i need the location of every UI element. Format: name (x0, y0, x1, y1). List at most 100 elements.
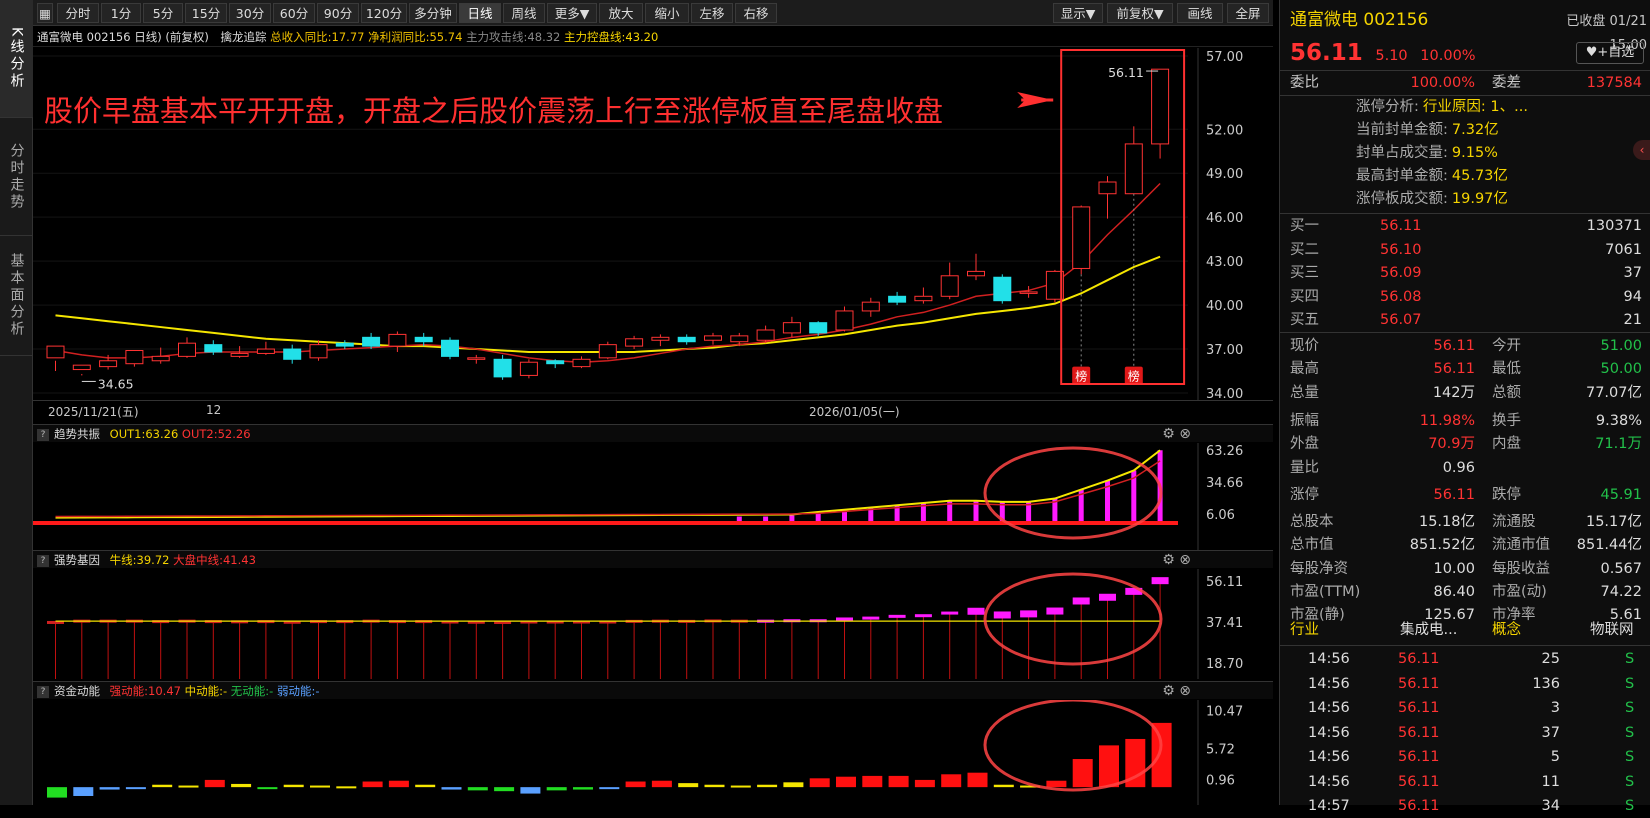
zoom-out-button[interactable]: 缩小 (645, 3, 689, 23)
price-tick-label: 34.00 (1206, 387, 1243, 400)
move-right-button[interactable]: 右移 (735, 3, 777, 23)
draw-button[interactable]: 画线 (1177, 3, 1223, 23)
momentum-bar (231, 783, 252, 788)
momentum-bar (678, 783, 699, 788)
close-icon[interactable]: ⊗ (1179, 426, 1191, 442)
close-icon[interactable]: ⊗ (1179, 552, 1191, 568)
last-price: 56.11 (1290, 40, 1363, 66)
momentum-bar (47, 787, 67, 798)
tick-volume: 34 (1541, 798, 1560, 814)
period-multi-button[interactable]: 多分钟 (409, 3, 457, 23)
panel2-settings[interactable]: ⚙ ⊗ (1162, 551, 1191, 569)
candle-body (914, 295, 933, 302)
move-left-button[interactable]: 左移 (691, 3, 733, 23)
stat-label: 总市值 (1290, 537, 1334, 554)
candle-body (888, 295, 907, 303)
candle-body (730, 335, 749, 343)
momentum-bar (99, 787, 120, 790)
candle-body (414, 336, 433, 343)
candle-body (335, 342, 354, 347)
candle-body (362, 336, 381, 347)
add-watchlist-button[interactable]: ♥+自选 (1576, 42, 1644, 64)
help-icon[interactable]: ? (37, 428, 49, 441)
close-icon[interactable]: ⊗ (1179, 683, 1191, 699)
period-60m-button[interactable]: 60分 (273, 3, 315, 23)
display-dropdown[interactable]: 显示▼ (1053, 3, 1103, 23)
candle-body (625, 338, 644, 347)
period-weekly-button[interactable]: 周线 (503, 3, 545, 23)
candle-body (993, 276, 1012, 302)
period-5m-button[interactable]: 5分 (143, 3, 183, 23)
limit-up-label: 涨停板成交额: (1356, 191, 1448, 207)
badge-text: 榜 (1128, 369, 1140, 384)
limit-up-value: 9.15% (1451, 145, 1498, 161)
indicator-name[interactable]: 擒龙追踪 (221, 30, 267, 44)
limit-up-label: 封单占成交量: (1356, 145, 1448, 161)
stat-label: 总额 (1492, 384, 1521, 401)
gene-bar (888, 614, 906, 618)
momentum-bar (730, 785, 751, 788)
period-90m-button[interactable]: 90分 (317, 3, 359, 23)
tick-time: 14:56 (1308, 651, 1350, 667)
stat-label: 总量 (1290, 384, 1319, 401)
candle-body (125, 350, 144, 365)
panel3-settings[interactable]: ⚙ ⊗ (1162, 682, 1191, 700)
candle-body (572, 358, 591, 368)
help-icon[interactable]: ? (37, 685, 49, 698)
tick-volume: 136 (1532, 675, 1560, 692)
period-30m-button[interactable]: 30分 (229, 3, 271, 23)
gear-icon[interactable]: ⚙ (1162, 426, 1175, 442)
fullscreen-button[interactable]: 全屏 (1227, 3, 1269, 23)
momentum-bar (625, 781, 646, 788)
period-intraday-button[interactable]: 分时 (57, 3, 99, 23)
candle-body (782, 322, 801, 334)
panel2-header: ? 强势基因 牛线:39.72 大盘中线:41.43 ⚙ ⊗ (33, 550, 1273, 568)
period-1m-button[interactable]: 1分 (101, 3, 141, 23)
stat-value: 15.17亿 (1585, 514, 1642, 531)
stat-label: 每股净资 (1290, 560, 1348, 577)
ma-yellow-line (55, 255, 1161, 353)
grid-icon[interactable]: ▦ (37, 3, 53, 23)
panel1-settings[interactable]: ⚙ ⊗ (1162, 425, 1191, 443)
profit-yoy: 净利润同比:55.74 (368, 30, 463, 44)
tick-label: 0.96 (1206, 773, 1235, 788)
concept-value: 物联网 (1590, 622, 1634, 638)
period-15m-button[interactable]: 15分 (185, 3, 227, 23)
panel1-chart[interactable]: 63.26 34.66 6.06 (33, 443, 1273, 553)
momentum-bar (283, 784, 304, 788)
stat-value: 45.91 (1600, 486, 1642, 503)
panel2-chart[interactable]: 56.11 37.41 18.70 (33, 569, 1273, 679)
stat-value: 56.11 (1433, 486, 1475, 503)
help-icon[interactable]: ? (37, 554, 49, 567)
concept-label: 概念 (1492, 622, 1521, 638)
zoom-in-button[interactable]: 放大 (599, 3, 643, 23)
panel3-chart[interactable]: 10.47 5.72 0.96 (33, 698, 1273, 805)
adjust-dropdown[interactable]: 前复权▼ (1107, 3, 1173, 23)
bid-volume: 130371 (1586, 218, 1642, 234)
momentum-bar (967, 772, 988, 788)
bid-volume: 37 (1623, 265, 1642, 281)
collapse-arrow-icon[interactable]: ‹ (1633, 140, 1650, 160)
gear-icon[interactable]: ⚙ (1162, 552, 1175, 568)
tab-kline[interactable]: K线分析 (0, 0, 33, 118)
panel2-market-line: 大盘中线:41.43 (173, 553, 256, 567)
tick-side: S (1625, 724, 1635, 741)
tick-side: S (1625, 675, 1635, 692)
bid-level-label: 买五 (1290, 312, 1319, 328)
gene-bar (1072, 597, 1090, 605)
bid-price: 56.09 (1380, 265, 1422, 281)
indicator-info-bar: 通富微电 002156 日线) (前复权) 擒龙追踪 总收入同比:17.77 净… (33, 27, 1273, 47)
stat-label: 外盘 (1290, 436, 1319, 453)
period-120m-button[interactable]: 120分 (361, 3, 407, 23)
period-daily-button[interactable]: 日线 (459, 3, 501, 23)
stat-label: 市盈(动) (1492, 584, 1547, 600)
candle-body (441, 339, 459, 357)
limit-up-label: 涨停分析: (1356, 99, 1419, 115)
tab-fundamental[interactable]: 基本面分析 (0, 236, 33, 356)
momentum-bar (914, 779, 935, 788)
candle-body (1072, 206, 1091, 269)
gear-icon[interactable]: ⚙ (1162, 683, 1175, 699)
more-dropdown[interactable]: 更多▼ (547, 3, 597, 23)
panel1-out2: OUT2:52.26 (181, 427, 251, 441)
tab-intraday[interactable]: 分时走势 (0, 118, 33, 236)
